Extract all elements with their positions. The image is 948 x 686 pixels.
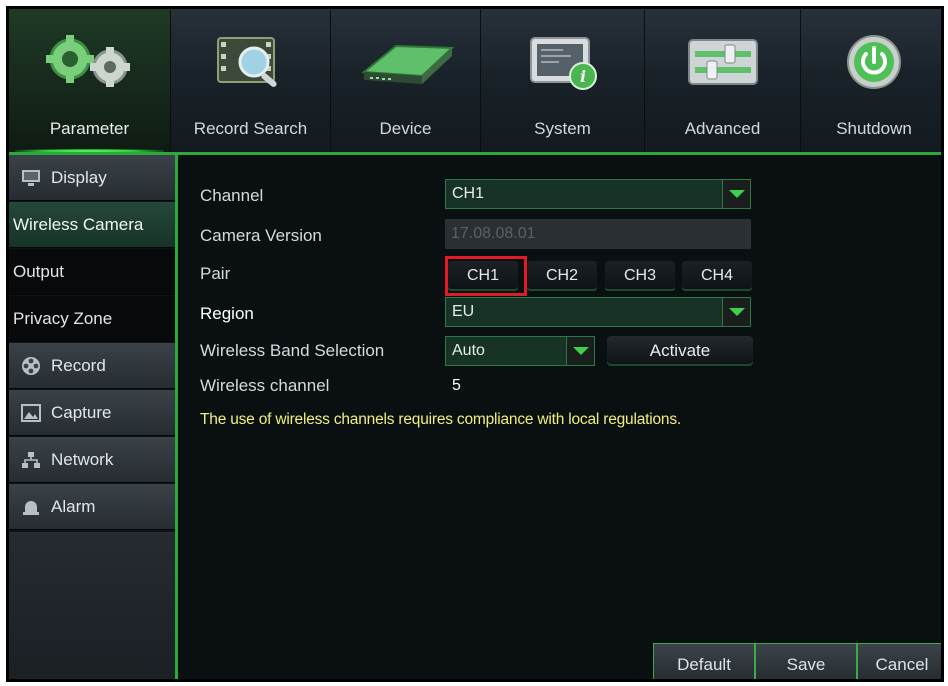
- chevron-down-icon[interactable]: [566, 337, 594, 365]
- sidebar-item-capture[interactable]: Capture: [9, 390, 175, 436]
- pair-label: Pair: [200, 264, 231, 283]
- sidebar-item-label: Network: [51, 449, 114, 469]
- channel-select[interactable]: CH1: [445, 179, 751, 209]
- tab-label: Shutdown: [836, 119, 912, 138]
- tab-advanced[interactable]: Advanced: [645, 9, 801, 155]
- tab-device[interactable]: Device: [331, 9, 481, 155]
- sidebar-item-label: Output: [13, 261, 65, 281]
- dvr-window: Parameter Record Search Device i System …: [6, 6, 944, 682]
- sidebar-item-display[interactable]: Display: [9, 155, 175, 201]
- gears-icon: [9, 29, 170, 95]
- tab-record-search[interactable]: Record Search: [171, 9, 331, 155]
- sidebar: Display Wireless Camera Output Privacy Z…: [9, 155, 175, 679]
- sidebar-item-network[interactable]: Network: [9, 437, 175, 483]
- alarm-icon: [21, 497, 41, 517]
- sidebar-item-output[interactable]: Output: [9, 249, 175, 295]
- channel-label: Channel: [200, 186, 264, 205]
- top-nav: Parameter Record Search Device i System …: [9, 9, 941, 155]
- tab-label: Record Search: [193, 119, 308, 138]
- camera-version-label: Camera Version: [200, 226, 322, 245]
- sidebar-item-label: Wireless Camera: [13, 214, 144, 234]
- pair-ch4-button[interactable]: CH4: [682, 261, 752, 291]
- pair-ch3-button[interactable]: CH3: [605, 261, 675, 291]
- camera-version-field: 17.08.08.01: [445, 219, 751, 249]
- film-reel-icon: [21, 356, 41, 376]
- sidebar-empty-area: [9, 532, 175, 679]
- svg-text:i: i: [579, 67, 585, 86]
- tab-label: Advanced: [684, 119, 761, 138]
- sidebar-item-label: Capture: [51, 402, 112, 422]
- save-button[interactable]: Save: [755, 643, 857, 679]
- sidebar-item-label: Record: [51, 355, 106, 375]
- power-icon: [801, 29, 941, 95]
- wireless-band-label: Wireless Band Selection: [200, 341, 385, 360]
- sidebar-item-label: Privacy Zone: [13, 308, 113, 328]
- cancel-button[interactable]: Cancel: [857, 643, 941, 679]
- sidebar-item-label: Alarm: [51, 496, 96, 516]
- monitor-icon: [21, 168, 41, 188]
- tab-parameter[interactable]: Parameter: [9, 9, 171, 155]
- region-select-value: EU: [452, 303, 475, 320]
- tab-label: Parameter: [49, 119, 130, 138]
- tab-system[interactable]: i System: [481, 9, 645, 155]
- wireless-channel-value: 5: [452, 377, 461, 394]
- system-info-icon: i: [481, 29, 644, 95]
- default-button[interactable]: Default: [653, 643, 755, 679]
- pair-ch2-button[interactable]: CH2: [527, 261, 597, 291]
- sidebar-item-privacy-zone[interactable]: Privacy Zone: [9, 296, 175, 342]
- settings-panel: Channel CH1 Camera Version 17.08.08.01 P…: [175, 155, 941, 679]
- region-select[interactable]: EU: [445, 297, 751, 327]
- pair-ch1-button[interactable]: CH1: [448, 261, 518, 291]
- regulation-notice: The use of wireless channels requires co…: [200, 411, 681, 428]
- sidebar-item-label: Display: [51, 167, 107, 187]
- tab-label: Device: [379, 119, 432, 138]
- channel-select-value: CH1: [452, 185, 485, 202]
- sliders-icon: [645, 29, 800, 95]
- wireless-band-select[interactable]: Auto: [445, 336, 595, 366]
- sidebar-item-record[interactable]: Record: [9, 343, 175, 389]
- tab-shutdown[interactable]: Shutdown: [801, 9, 941, 155]
- chevron-down-icon[interactable]: [722, 180, 750, 208]
- activate-button[interactable]: Activate: [607, 336, 753, 366]
- tab-label: System: [534, 119, 591, 138]
- wireless-channel-label: Wireless channel: [200, 376, 330, 395]
- wireless-band-value: Auto: [452, 342, 485, 359]
- hard-drive-icon: [331, 29, 480, 95]
- chevron-down-icon[interactable]: [722, 298, 750, 326]
- network-icon: [21, 450, 41, 470]
- film-search-icon: [171, 29, 330, 95]
- sidebar-item-wireless-camera[interactable]: Wireless Camera: [9, 202, 175, 248]
- region-label: Region: [200, 304, 254, 323]
- sidebar-item-alarm[interactable]: Alarm: [9, 484, 175, 530]
- image-icon: [21, 403, 41, 423]
